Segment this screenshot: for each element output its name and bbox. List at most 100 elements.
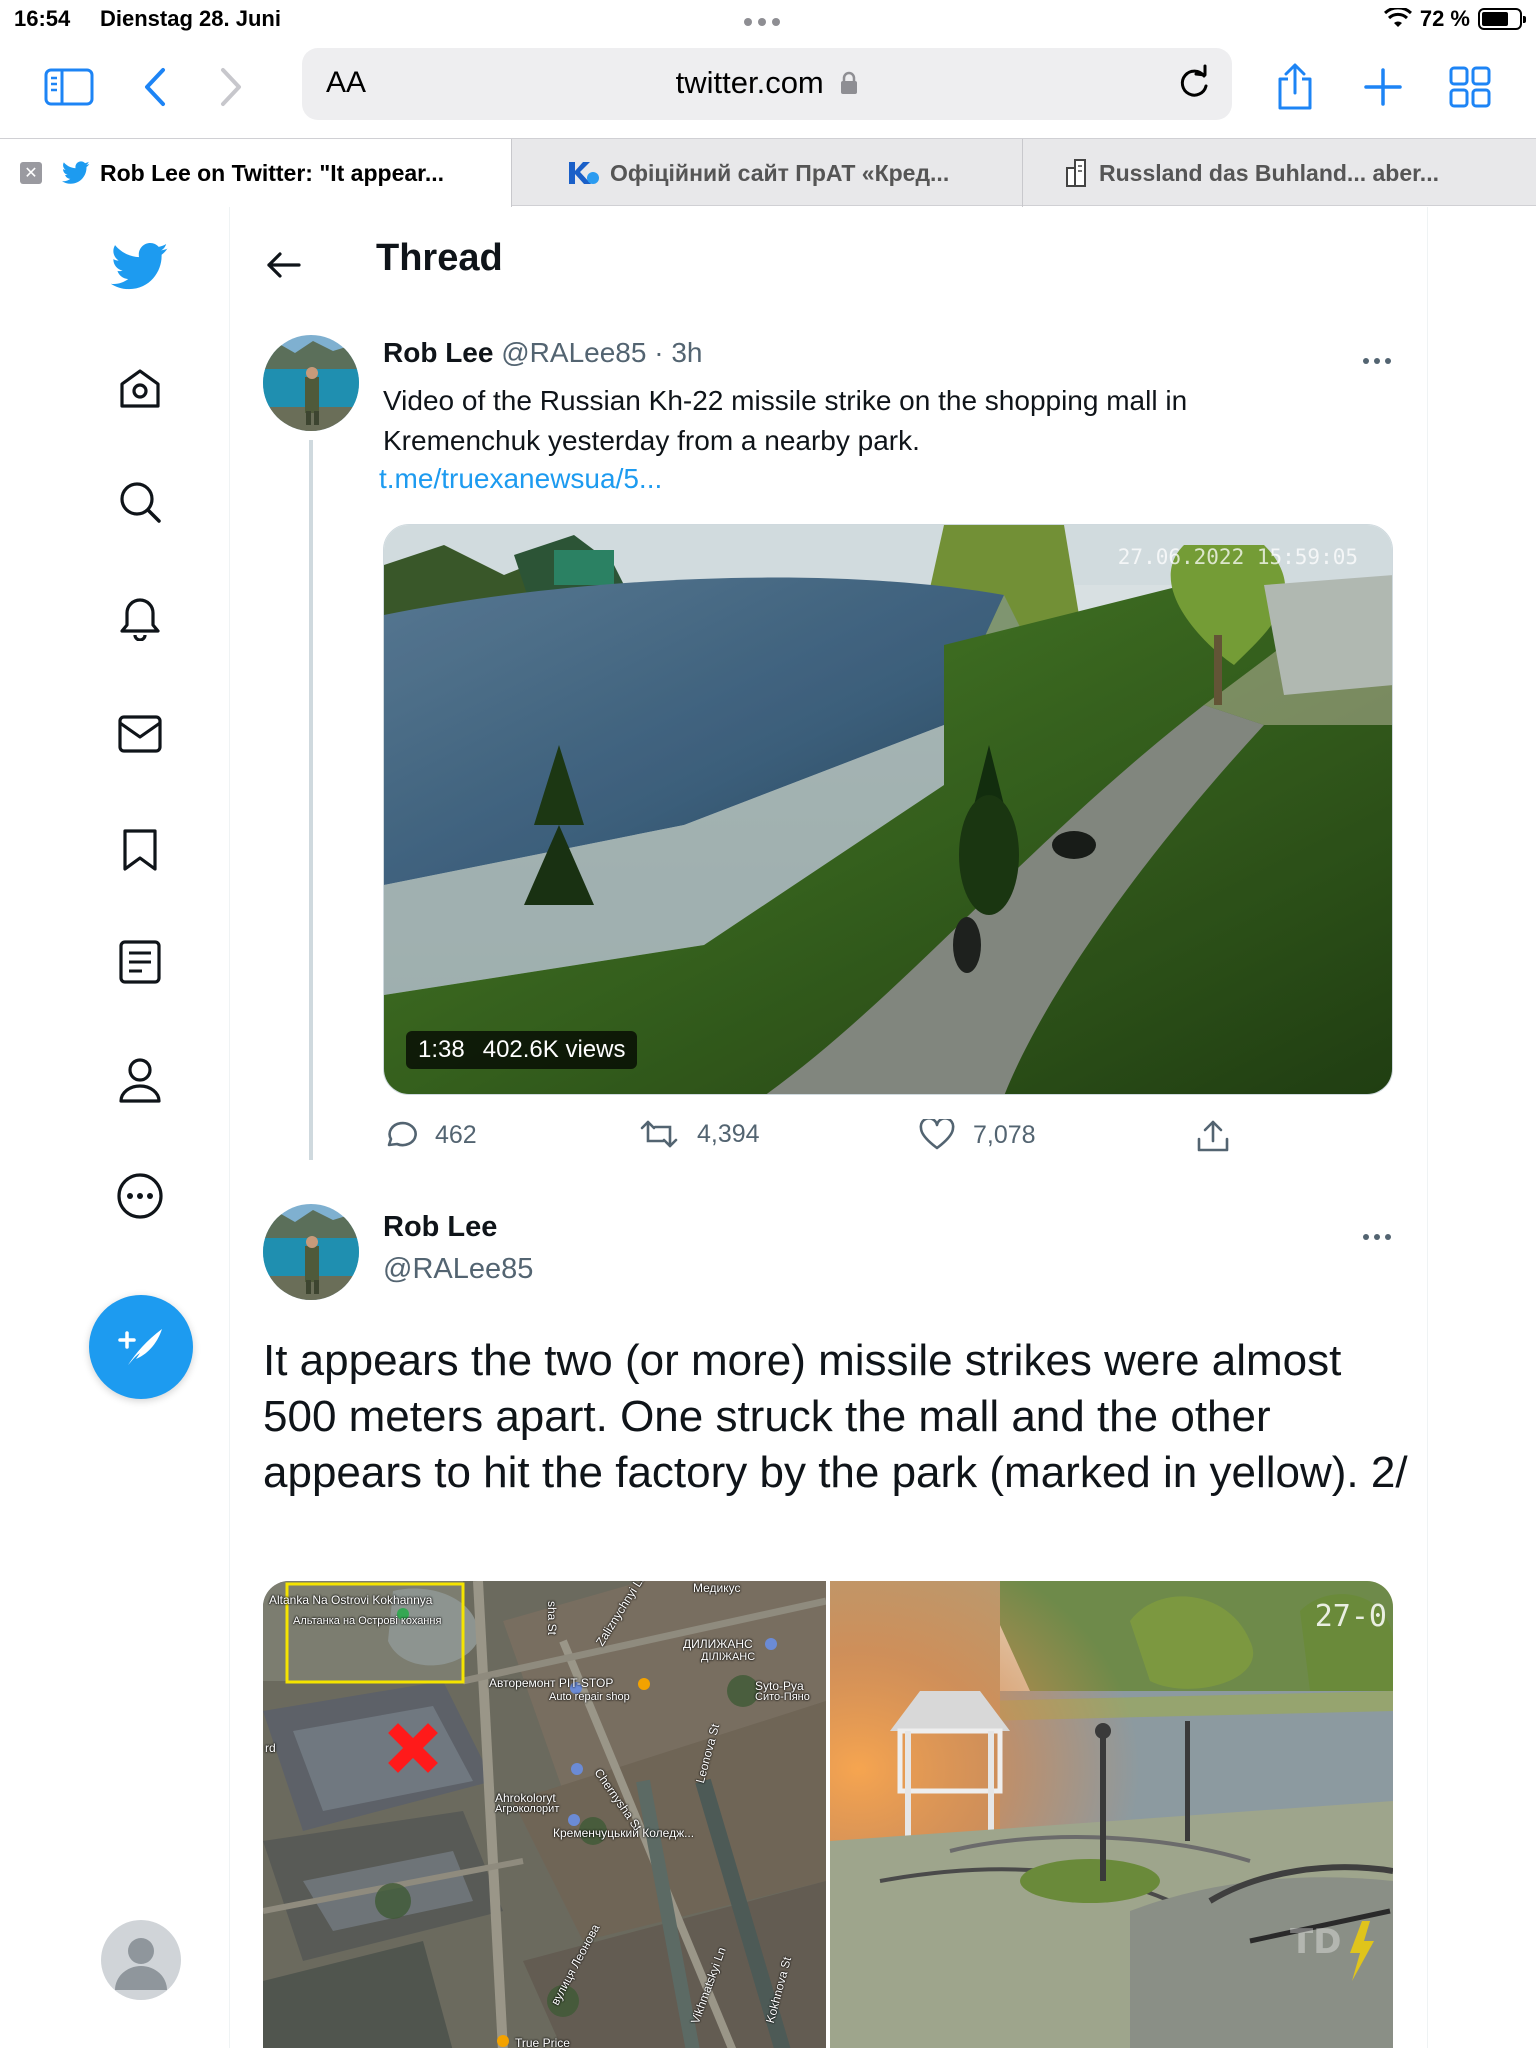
map-label: rd [265,1741,276,1755]
reply-button[interactable]: 462 [383,1119,477,1151]
tweet1-video[interactable]: 27.06.2022 15:59:05 1:38 402.6K views [383,524,1393,1095]
bookmarks-icon[interactable] [113,823,167,877]
map-label: Сито-Пяно [755,1691,810,1703]
twitter-sidebar [0,207,230,2048]
map-label: Auto repair shop [549,1691,630,1703]
sidebar-toggle-icon[interactable] [42,60,96,114]
thread-connector-line [309,440,313,1160]
map-label: Альтанка на Острові кохання [293,1615,442,1627]
compose-feather-icon [118,1329,162,1365]
compose-tweet-button[interactable] [89,1295,193,1399]
new-tab-icon[interactable] [1356,60,1410,114]
tweet1-display-name[interactable]: Rob Lee [383,337,493,368]
thread-column: Thread Rob Lee @RALee85 · 3h Video of th… [231,207,1427,2048]
tweet2-more-icon[interactable] [1357,1225,1397,1249]
tweet2-media: Altanka Na Ostrovi Kokhannya Альтанка на… [263,1581,1393,2048]
map-label: sha St [545,1601,559,1636]
tweet1-link[interactable]: t.me/truexanewsua/5... [379,463,662,495]
share-icon[interactable] [1268,60,1322,114]
address-bar[interactable]: AA twitter.com [302,48,1232,120]
map-label: Агроколорит [495,1803,560,1815]
notifications-icon[interactable] [113,590,167,644]
reply-icon [387,1121,417,1147]
retweet-button[interactable]: 4,394 [639,1119,760,1149]
like-button[interactable]: 7,078 [919,1119,1036,1151]
column-divider [1427,207,1428,2048]
tweet2-display-name[interactable]: Rob Lee [383,1211,497,1244]
heart-icon [919,1119,955,1150]
map-label: Кременчуцький Коледж... [553,1826,695,1840]
video-duration: 1:38 [418,1036,465,1063]
tab-overview-icon[interactable] [1443,60,1497,114]
tweet1-handle[interactable]: @RALee85 [501,337,646,368]
tweet1-author-line: Rob Lee @RALee85 · 3h [383,337,702,369]
tweet1-time[interactable]: · 3h [654,337,702,368]
tweet2-handle[interactable]: @RALee85 [383,1253,533,1286]
map-label: True Price [515,2036,570,2048]
photo-timestamp: 27-0 [1314,1599,1387,1634]
tweet2-text: It appears the two (or more) missile str… [263,1336,1408,1497]
tweet1-text: Video of the Russian Kh-22 missile strik… [383,385,1188,456]
lock-icon [841,71,858,94]
map-label: Altanka Na Ostrovi Kokhannya [269,1593,433,1607]
video-timestamp: 27.06.2022 15:59:05 [1117,545,1358,569]
back-arrow-icon[interactable] [261,243,305,287]
back-icon[interactable] [128,60,182,114]
twitter-logo-icon[interactable] [108,235,172,299]
browser-toolbar: AA twitter.com [0,40,1536,130]
more-options-icon[interactable] [113,1169,167,1223]
multitasking-dots-icon[interactable] [744,18,780,26]
share-tweet-button[interactable] [1195,1119,1231,1153]
map-label: ДИЛИЖАНС [683,1637,753,1651]
url-text: twitter.com [675,65,824,100]
svg-text:TD: TD [1290,1922,1341,1962]
tweet2-avatar[interactable] [263,1204,359,1300]
status-date: Dienstag 28. Juni [100,6,281,31]
like-count: 7,078 [973,1120,1036,1149]
status-time: 16:54 [14,6,71,31]
battery-percent: 72 % [1419,6,1470,31]
status-bar: 16:54 Dienstag 28. Juni 72 % [0,0,1536,40]
tweet1-avatar[interactable] [263,335,359,431]
lists-icon[interactable] [113,935,167,989]
reply-count: 462 [435,1120,477,1149]
twitter-favicon-icon [62,161,90,185]
battery-fill [1482,12,1508,26]
explore-icon[interactable] [113,475,167,529]
map-label: Автоpeмонт PIT-STOP [489,1676,614,1690]
tab-title: Офіційний сайт ПрАТ «Кред... [610,159,950,186]
park-gazebo-scene: TD [830,1581,1393,2048]
url-field[interactable]: twitter.com [302,65,1232,101]
share-tweet-icon [1197,1120,1229,1152]
forward-icon[interactable] [204,60,258,114]
video-info-badge: 1:38 402.6K views [406,1031,638,1069]
status-right: 72 % [1383,6,1526,32]
reload-icon[interactable] [1172,62,1216,106]
retweet-count: 4,394 [697,1119,760,1148]
document-favicon-icon [1065,158,1089,188]
tab-title: Russland das Buhland... aber... [1099,159,1439,186]
close-tab-icon[interactable]: ✕ [20,162,42,184]
profile-icon[interactable] [113,1053,167,1107]
home-icon[interactable] [113,362,167,416]
messages-icon[interactable] [113,707,167,761]
tweet2-photo[interactable]: TD 27-0 [830,1581,1393,2048]
tab-russland[interactable]: Russland das Buhland... aber... [1023,139,1536,207]
tweet1-more-icon[interactable] [1357,349,1397,373]
tweet2-map-image[interactable]: Altanka Na Ostrovi Kokhannya Альтанка на… [263,1581,826,2048]
wifi-icon [1383,8,1412,27]
video-views: 402.6K views [482,1036,626,1063]
map-label: Медикус [693,1581,741,1595]
account-avatar[interactable] [101,1920,181,2000]
tab-kred[interactable]: Офіційний сайт ПрАТ «Кред... [512,139,1023,207]
tab-title: Rob Lee on Twitter: "It appear... [100,159,445,186]
tab-bar: ✕ Rob Lee on Twitter: "It appear... Офіц… [0,138,1536,207]
map-label: ДІЛІЖАНС [701,1651,756,1663]
retweet-icon [640,1120,678,1148]
kred-favicon-icon [566,159,600,187]
video-thumbnail-scene [384,525,1392,1094]
tab-twitter[interactable]: ✕ Rob Lee on Twitter: "It appear... [0,139,512,207]
thread-header: Thread [231,207,1427,315]
battery-icon [1478,8,1526,30]
page-title: Thread [376,237,503,279]
